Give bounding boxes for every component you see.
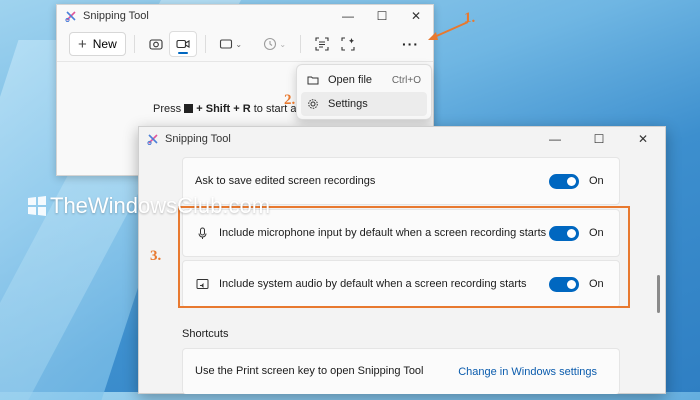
setting-row: Use the Print screen key to open Snippin… [182, 348, 620, 394]
minimize-button[interactable]: — [533, 128, 577, 150]
snipping-tool-icon [65, 10, 77, 22]
new-button[interactable]: + New [69, 32, 126, 56]
rectangle-icon [220, 39, 233, 49]
text-actions-button[interactable] [309, 32, 335, 56]
maximize-button[interactable]: ☐ [577, 128, 621, 150]
gear-icon [308, 99, 318, 109]
title-bar: Snipping Tool — ☐ ✕ [57, 5, 433, 27]
record-mode-button[interactable] [168, 31, 197, 57]
menu-item-settings[interactable]: Settings [301, 92, 427, 116]
snip-mode-button[interactable] [143, 32, 169, 56]
callout-number: 1. [464, 10, 476, 26]
minimize-button[interactable]: — [331, 5, 365, 27]
more-options-button[interactable]: ··· [402, 36, 419, 52]
windows-logo-icon [28, 196, 46, 216]
section-title: Shortcuts [182, 328, 229, 340]
chevron-down-icon: ⌄ [235, 39, 243, 49]
maximize-button[interactable]: ☐ [365, 5, 399, 27]
highlight-box [178, 206, 630, 308]
delay-dropdown[interactable]: ⌄ [258, 32, 292, 56]
text-scan-icon [315, 37, 329, 51]
camera-icon [149, 39, 163, 50]
callout-number: 3. [150, 248, 162, 264]
snip-shape-dropdown[interactable]: ⌄ [214, 32, 248, 56]
setting-label: Ask to save edited screen recordings [195, 174, 376, 187]
clock-icon [264, 37, 277, 51]
windows-key-icon [184, 104, 194, 113]
title-bar: Snipping Tool — ☐ ✕ [139, 127, 665, 151]
chevron-down-icon: ⌄ [279, 39, 287, 49]
window-title: Snipping Tool [165, 133, 231, 145]
change-settings-link[interactable]: Change in Windows settings [458, 366, 597, 378]
menu-item-label: Settings [328, 98, 368, 110]
video-icon [176, 39, 190, 49]
more-options-menu: Open file Ctrl+O Settings [296, 64, 432, 120]
snipping-tool-icon [147, 133, 159, 145]
hint-text: Press [153, 103, 182, 115]
new-button-label: New [92, 37, 117, 51]
divider [204, 35, 206, 53]
menu-item-open-file[interactable]: Open file Ctrl+O [301, 68, 427, 92]
folder-icon [307, 76, 319, 85]
scrollbar[interactable] [657, 275, 660, 313]
divider [133, 35, 135, 53]
record-hint: Press + Shift + R to start a r [153, 103, 303, 115]
toggle-state: On [589, 175, 604, 187]
plus-icon: + [78, 35, 87, 53]
toolbar: + New ⌄ ⌄ ··· [57, 27, 433, 62]
hint-keys: + Shift + R [196, 103, 251, 115]
divider [299, 35, 301, 53]
toggle-switch[interactable] [549, 173, 579, 189]
menu-item-label: Open file [328, 74, 373, 86]
close-button[interactable]: ✕ [621, 128, 665, 150]
visual-search-button[interactable] [335, 32, 361, 56]
setting-label: Use the Print screen key to open Snippin… [195, 365, 424, 377]
callout-number: 2. [284, 92, 296, 108]
watermark: TheWindowsClub.com [26, 193, 270, 219]
sparkle-scan-icon [341, 37, 355, 51]
menu-item-shortcut: Ctrl+O [391, 74, 421, 86]
watermark-text: TheWindowsClub.com [50, 193, 271, 218]
window-title: Snipping Tool [83, 10, 149, 22]
